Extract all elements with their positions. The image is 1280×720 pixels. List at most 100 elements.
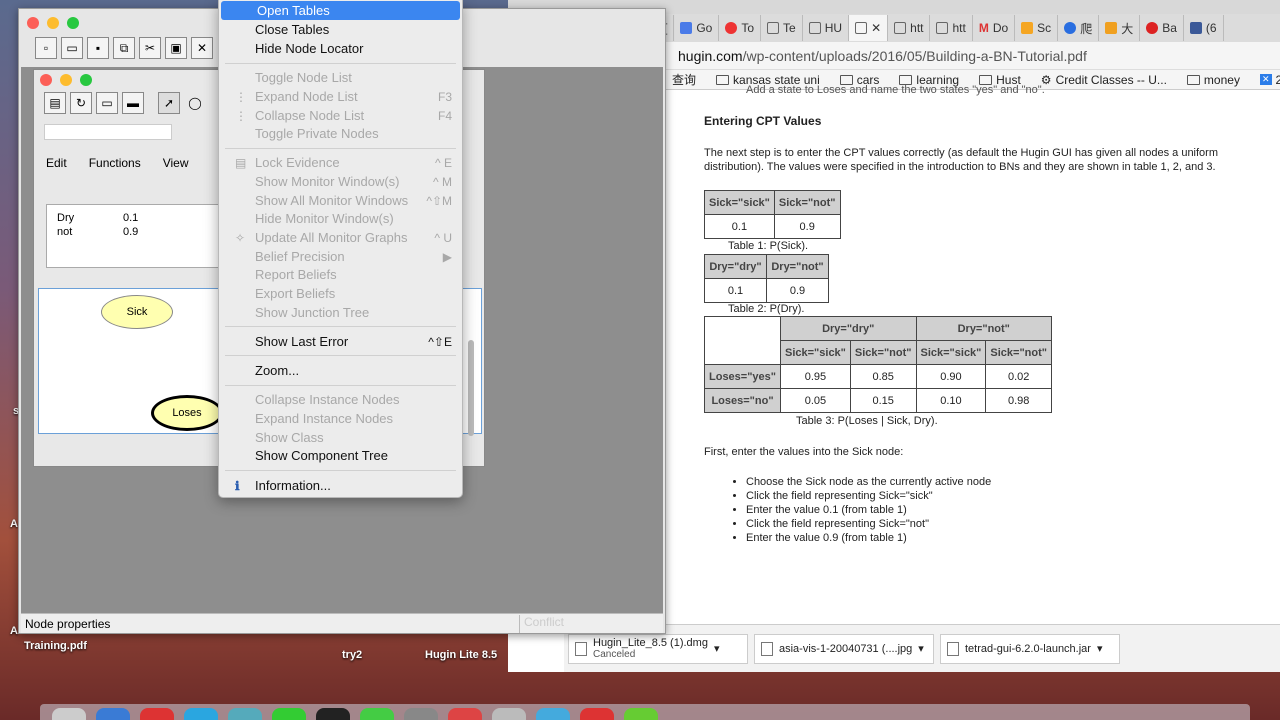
ellipse-tool-icon[interactable]: ◯ (184, 92, 206, 114)
browser-tab[interactable]: 爬 (1058, 15, 1100, 41)
menu-item-information[interactable]: ℹ Information... (219, 476, 462, 495)
close-window-button[interactable] (27, 17, 39, 29)
browser-tab[interactable]: HU (803, 15, 850, 41)
menu-shortcut: ^ U (434, 230, 452, 245)
zoom-window-button[interactable] (80, 74, 92, 86)
chevron-down-icon[interactable]: ▾ (918, 642, 924, 655)
close-window-button[interactable] (40, 74, 52, 86)
save-icon[interactable]: ▪ (87, 37, 109, 59)
menu-item-collapse-node-list[interactable]: ⋮ Collapse Node List F4 (219, 106, 462, 125)
paste-icon[interactable]: ▣ (165, 37, 187, 59)
menu-item-show-junction-tree[interactable]: Show Junction Tree (219, 303, 462, 322)
menu-item-show-all-monitor-windows[interactable]: Show All Monitor Windows ^⇧M (219, 191, 462, 210)
terminal-icon[interactable] (316, 708, 350, 720)
belief-row[interactable]: not 0.9 (57, 225, 211, 239)
download-item[interactable]: asia-vis-1-20040731 (....jpg ▾ (754, 633, 934, 664)
menu-item-show-component-tree[interactable]: Show Component Tree (219, 446, 462, 465)
app-icon[interactable] (448, 708, 482, 720)
menu-item-toggle-private-nodes[interactable]: Toggle Private Nodes (219, 124, 462, 143)
menu-item-close-tables[interactable]: Close Tables (219, 20, 462, 39)
menu-item-show-last-error[interactable]: Show Last Error ^⇧E (219, 332, 462, 351)
app-icon[interactable] (624, 708, 658, 720)
zoom-window-button[interactable] (67, 17, 79, 29)
status-text: Node properties (25, 616, 111, 631)
menu-item-show-monitor-windows[interactable]: Show Monitor Window(s) ^ M (219, 172, 462, 191)
menu-item-label: Report Beliefs (255, 267, 337, 282)
app-icon[interactable] (580, 708, 614, 720)
menu-view[interactable]: View (163, 156, 189, 170)
menu-item-report-beliefs[interactable]: Report Beliefs (219, 265, 462, 284)
node-loses[interactable]: Loses (151, 395, 223, 431)
menu-item-update-monitor-graphs[interactable]: ✧ Update All Monitor Graphs ^ U (219, 228, 462, 247)
bookmark-item[interactable]: 查询 (672, 71, 696, 88)
browser-tab[interactable]: htt (888, 15, 931, 41)
menu-functions[interactable]: Functions (89, 156, 141, 170)
menu-item-label: Collapse Node List (255, 108, 365, 123)
monitor-icon[interactable]: ▭ (96, 92, 118, 114)
search-input[interactable] (44, 124, 172, 140)
menu-item-expand-instance-nodes[interactable]: Expand Instance Nodes (219, 409, 462, 428)
menu-edit[interactable]: Edit (46, 156, 67, 170)
app-icon[interactable] (184, 708, 218, 720)
browser-tab[interactable]: Ba (1140, 15, 1184, 41)
menu-item-toggle-node-list[interactable]: Toggle Node List (219, 68, 462, 87)
bookmark-item[interactable]: ✕2017 (1259, 73, 1280, 87)
app-icon[interactable] (360, 708, 394, 720)
minimize-window-button[interactable] (60, 74, 72, 86)
app-icon[interactable] (96, 708, 130, 720)
menu-item-open-tables[interactable]: Open Tables (221, 1, 460, 20)
browser-tab[interactable]: Sc (1015, 15, 1059, 41)
browser-tab[interactable]: Te (761, 15, 803, 41)
browser-tab[interactable]: M Do (973, 15, 1016, 41)
browser-tab[interactable]: (6 (1184, 15, 1224, 41)
browser-tab[interactable]: 大 (1099, 15, 1141, 41)
info-icon: ℹ (235, 478, 240, 493)
copy-icon[interactable]: ⧉ (113, 37, 135, 59)
belief-row[interactable]: Dry 0.1 (57, 211, 211, 225)
menu-item-expand-node-list[interactable]: ⋮ Expand Node List F3 (219, 87, 462, 106)
browser-tab-active[interactable]: ✕ (849, 15, 889, 41)
desktop-app-hugin[interactable]: Hugin Lite 8.5 (425, 649, 497, 661)
messages-icon[interactable] (272, 708, 306, 720)
new-file-icon[interactable]: ▫ (35, 37, 57, 59)
menu-item-zoom[interactable]: Zoom... (219, 361, 462, 380)
table-icon[interactable]: ▤ (44, 92, 66, 114)
menu-item-show-class[interactable]: Show Class (219, 428, 462, 447)
menu-item-collapse-instance-nodes[interactable]: Collapse Instance Nodes (219, 390, 462, 409)
cut-icon[interactable]: ✂ (139, 37, 161, 59)
menu-item-hide-monitor-windows[interactable]: Hide Monitor Window(s) (219, 209, 462, 228)
app-icon[interactable] (492, 708, 526, 720)
app-icon[interactable] (404, 708, 438, 720)
table-cell: 0.90 (915, 364, 987, 389)
browser-tab[interactable]: Go (674, 15, 720, 41)
browser-tab[interactable]: htt (930, 15, 973, 41)
bookmark-item[interactable]: ⚙ Credit Classes -- U... (1041, 73, 1167, 87)
menu-item-export-beliefs[interactable]: Export Beliefs (219, 284, 462, 303)
finder-icon[interactable] (52, 708, 86, 720)
browser-tab[interactable]: To (719, 15, 762, 41)
address-bar[interactable]: hugin.com/wp-content/uploads/2016/05/Bui… (658, 42, 1280, 70)
bookmark-folder[interactable]: money (1186, 73, 1240, 87)
minimize-window-button[interactable] (47, 17, 59, 29)
menu-item-belief-precision[interactable]: Belief Precision ▶ (219, 247, 462, 266)
app-icon[interactable] (536, 708, 570, 720)
menu-item-lock-evidence[interactable]: ▤ Lock Evidence ^ E (219, 153, 462, 172)
pointer-tool-icon[interactable]: ➚ (158, 92, 180, 114)
download-item[interactable]: Hugin_Lite_8.5 (1).dmg Canceled ▾ (568, 633, 748, 664)
app-icon[interactable] (228, 708, 262, 720)
chevron-down-icon[interactable]: ▾ (714, 642, 720, 655)
app-icon[interactable] (140, 708, 174, 720)
chevron-down-icon[interactable]: ▾ (1097, 642, 1103, 655)
node-sick[interactable]: Sick (101, 295, 173, 329)
desktop-file-try2[interactable]: try2 (342, 649, 362, 661)
download-item[interactable]: tetrad-gui-6.2.0-launch.jar ▾ (940, 633, 1120, 664)
menu-item-hide-node-locator[interactable]: Hide Node Locator (219, 39, 462, 58)
print-icon[interactable]: ▬ (122, 92, 144, 114)
vertical-scrollbar[interactable] (468, 340, 474, 436)
table-header: Dry="dry" (704, 254, 767, 279)
delete-icon[interactable]: ✕ (191, 37, 213, 59)
refresh-icon[interactable]: ↻ (70, 92, 92, 114)
close-icon[interactable]: ✕ (871, 21, 881, 35)
desktop-file-training-pdf[interactable]: Training.pdf (24, 640, 87, 652)
open-folder-icon[interactable]: ▭ (61, 37, 83, 59)
